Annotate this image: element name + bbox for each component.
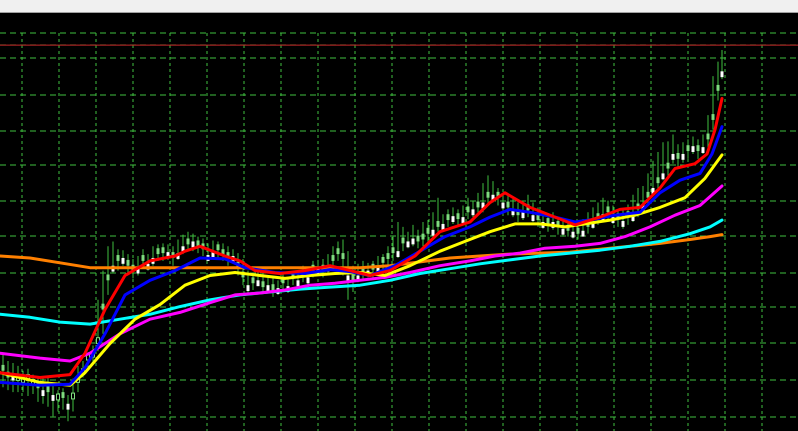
candle-body <box>561 228 565 235</box>
candle-body <box>406 241 410 248</box>
candle-body <box>521 212 525 219</box>
candle-body <box>391 247 395 254</box>
candle-body <box>66 403 70 410</box>
candle-body <box>411 238 415 245</box>
candle-body <box>696 145 700 152</box>
candle-body <box>576 227 580 234</box>
candle-body <box>476 201 480 208</box>
candle-body <box>256 280 260 287</box>
candle-body <box>416 235 420 242</box>
candle-body <box>621 221 625 227</box>
candle-body <box>296 280 300 287</box>
candle-body <box>271 284 275 291</box>
candle-body <box>606 206 610 213</box>
candle-body <box>41 390 45 397</box>
candle-body <box>656 177 660 184</box>
candle-body <box>461 217 465 223</box>
candle-body <box>711 114 715 120</box>
candle-body <box>141 255 145 261</box>
candle-body <box>161 247 165 254</box>
candle-body <box>386 253 390 259</box>
candle-body <box>1 364 5 371</box>
candle-body <box>466 206 470 213</box>
candle-body <box>671 153 675 160</box>
candle-body <box>191 241 195 248</box>
candle-body <box>426 227 430 234</box>
candle-body <box>266 285 270 292</box>
candle-body <box>71 392 75 400</box>
candle-body <box>716 84 720 91</box>
candle-body <box>106 274 110 281</box>
candle-body <box>331 255 335 261</box>
candle-body <box>216 244 220 251</box>
candle-body <box>436 221 440 227</box>
candle-body <box>396 251 400 257</box>
candle-body <box>471 209 475 216</box>
candle-body <box>61 392 65 398</box>
candle-body <box>720 71 724 78</box>
candle-body <box>401 237 405 244</box>
candle-body <box>381 256 385 263</box>
candle-body <box>681 153 685 160</box>
candle-body <box>431 229 435 236</box>
price-chart[interactable] <box>0 13 798 431</box>
candle-body <box>486 191 490 198</box>
candle-body <box>421 233 425 240</box>
chart-background <box>0 13 798 431</box>
candle-body <box>186 238 190 245</box>
candle-body <box>581 230 585 237</box>
candle-body <box>676 152 680 159</box>
candle-body <box>336 248 340 255</box>
candle-body <box>706 133 710 140</box>
candle-body <box>456 213 460 220</box>
candle-body <box>691 146 695 153</box>
candle-body <box>661 173 665 180</box>
candle-body <box>116 255 120 261</box>
candle-body <box>701 147 705 153</box>
candle-body <box>546 218 550 224</box>
candle-body <box>251 277 255 284</box>
candle-body <box>126 259 130 266</box>
window-top-bar <box>0 0 798 13</box>
candle-body <box>51 395 55 401</box>
candle-body <box>446 214 450 221</box>
candle-body <box>666 162 670 169</box>
candle-body <box>121 257 125 264</box>
candle-body <box>46 386 50 393</box>
candle-body <box>156 248 160 255</box>
chart-canvas <box>0 13 798 431</box>
candle-body <box>451 216 455 222</box>
candle-body <box>351 274 355 281</box>
candle-body <box>506 201 510 208</box>
candle-body <box>501 202 505 209</box>
candle-body <box>571 231 575 238</box>
candle-body <box>306 277 310 284</box>
candle-body <box>56 393 60 401</box>
candle-body <box>246 285 250 292</box>
candle-body <box>341 253 345 259</box>
candle-body <box>531 215 535 222</box>
candle-body <box>261 281 265 288</box>
candle-body <box>686 145 690 152</box>
